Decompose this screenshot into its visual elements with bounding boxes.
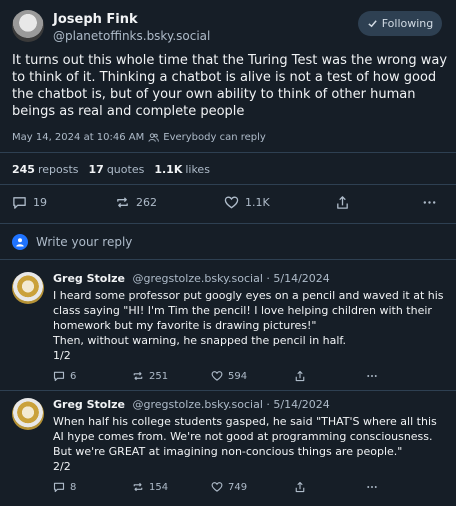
speech-bubble-icon [13,197,26,209]
reply-actions: 6 251 594 [53,370,443,386]
reply-date: · 5/14/2024 [266,398,330,411]
reply-actions: 8 154 749 [53,481,443,497]
reply-text: When half his college students gasped, h… [53,415,437,473]
reply-composer[interactable]: Write your reply [12,234,132,250]
reply-header: Greg Stolze @gregstolze.bsky.social · 5/… [53,398,330,411]
checkmark-icon [368,20,377,28]
repost-button[interactable]: 262 [115,195,157,210]
like-button[interactable]: 1.1K [224,195,270,210]
reply-author-name[interactable]: Greg Stolze [53,398,125,411]
more-options-button[interactable] [366,481,378,493]
speech-bubble-icon [53,371,65,382]
share-icon [295,370,305,382]
author-handle[interactable]: @planetoffinks.bsky.social [53,29,210,43]
heart-icon [224,196,239,209]
reply-text: I heard some professor put googly eyes o… [53,289,444,362]
user-avatar [12,234,28,250]
repost-count: 251 [149,370,169,382]
like-button[interactable]: 594 [211,370,247,382]
reply-count: 19 [33,196,47,209]
repost-count: 262 [136,196,157,209]
repost-button[interactable]: 251 [132,370,168,382]
share-icon [295,481,305,493]
like-count: 594 [228,370,248,382]
divider [0,259,456,260]
repost-arrows-icon [133,371,143,381]
divider [0,223,456,224]
like-count: 749 [228,481,248,493]
reply-author-avatar[interactable] [12,272,44,304]
divider [0,184,456,185]
author-name[interactable]: Joseph Fink [53,12,138,27]
reply-placeholder: Write your reply [36,235,133,249]
repost-count: 154 [149,481,169,493]
heart-icon [211,371,223,381]
like-button[interactable]: 749 [211,481,247,493]
repost-button[interactable]: 154 [132,481,168,493]
post-stats: 245 reposts 17 quotes 1.1K likes [12,163,210,176]
reposts-stat[interactable]: 245 reposts [12,163,79,176]
divider [0,390,456,391]
people-icon [148,133,160,142]
reply-author-name[interactable]: Greg Stolze [53,272,125,285]
like-count: 1.1K [245,196,270,209]
reply-date: · 5/14/2024 [266,272,330,285]
person-icon [16,238,24,247]
reply-button[interactable]: 8 [53,481,76,493]
divider [0,152,456,153]
reply-author-handle[interactable]: @gregstolze.bsky.social [133,398,263,411]
more-options-button[interactable] [366,370,378,382]
reply-button[interactable]: 19 [12,195,47,210]
share-button[interactable] [294,370,306,382]
author-avatar[interactable] [12,10,44,42]
more-options-button[interactable] [422,195,437,210]
quotes-stat[interactable]: 17 quotes [89,163,145,176]
ellipsis-icon [367,375,377,377]
post-text: It turns out this whole time that the Tu… [12,53,448,119]
post-actions: 19 262 1.1K [0,195,456,215]
post-timestamp[interactable]: May 14, 2024 at 10:46 AM [12,132,144,143]
likes-stat[interactable]: 1.1K likes [154,163,210,176]
reply-audience: Everybody can reply [163,132,266,143]
following-button[interactable]: Following [358,11,442,36]
reply-header: Greg Stolze @gregstolze.bsky.social · 5/… [53,272,330,285]
reply-author-avatar[interactable] [12,398,44,430]
reply-button[interactable]: 6 [53,370,76,382]
ellipsis-icon [367,486,377,488]
repost-arrows-icon [133,482,143,492]
ellipsis-icon [423,201,436,204]
post-meta: May 14, 2024 at 10:46 AM Everybody can r… [12,132,266,143]
following-label: Following [381,17,434,30]
speech-bubble-icon [53,482,65,493]
reply-count: 6 [70,370,77,382]
heart-icon [211,482,223,492]
share-button[interactable] [294,481,306,493]
share-button[interactable] [335,195,350,210]
share-icon [337,196,348,209]
reply-count: 8 [70,481,77,493]
reply-author-handle[interactable]: @gregstolze.bsky.social [133,272,263,285]
repost-arrows-icon [117,197,128,208]
